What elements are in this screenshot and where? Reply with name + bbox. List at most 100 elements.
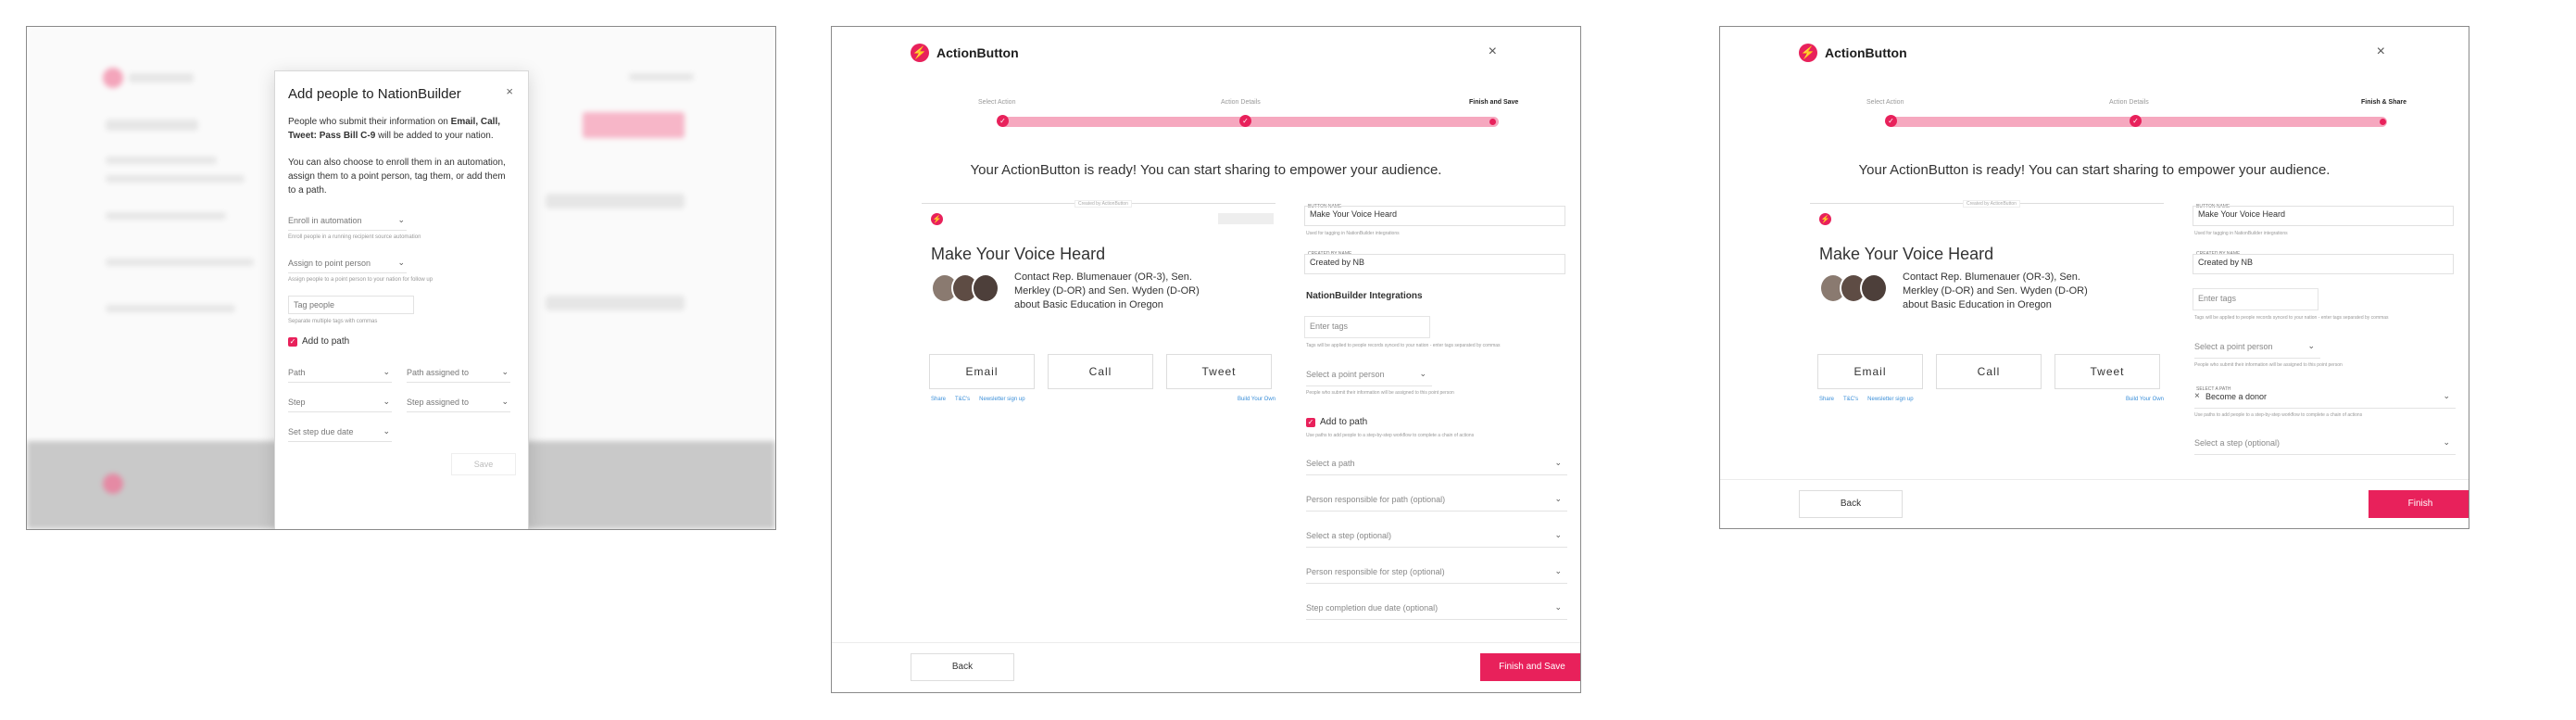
step-label-select-action[interactable]: Select Action <box>1866 99 1904 106</box>
nationbuilder-panel: Add people to NationBuilder × People who… <box>26 26 776 530</box>
chevron-down-icon: ⌄ <box>383 426 390 436</box>
due-date-select[interactable]: Step completion due date (optional) ⌄ <box>1306 596 1567 620</box>
step-select[interactable]: Select a step (optional) ⌄ <box>1306 524 1567 548</box>
preview-created-tag: Created by ActionButton <box>1963 200 2020 208</box>
tweet-button[interactable]: Tweet <box>1166 354 1272 389</box>
blurred-bar <box>106 305 235 312</box>
close-icon[interactable]: × <box>506 84 513 98</box>
save-button[interactable]: Save <box>451 453 516 475</box>
step-label-select-action[interactable]: Select Action <box>978 99 1015 106</box>
step-current-icon <box>1489 119 1496 125</box>
step-select[interactable]: Step ⌄ <box>288 394 392 412</box>
call-button[interactable]: Call <box>1936 354 2042 389</box>
finish-button[interactable]: Finish <box>2369 490 2469 518</box>
terms-link[interactable]: T&C's <box>955 397 970 402</box>
blurred-bar <box>129 73 194 82</box>
finish-and-save-panel: ⚡ ActionButton × Select Action Action De… <box>831 26 1581 693</box>
preview-created-tag: Created by ActionButton <box>1074 200 1132 208</box>
close-icon[interactable]: × <box>2377 44 2385 60</box>
finish-and-save-button[interactable]: Finish and Save <box>1480 653 1580 681</box>
point-person-select-label: Select a point person <box>1306 370 1385 379</box>
email-button[interactable]: Email <box>929 354 1035 389</box>
email-button[interactable]: Email <box>1817 354 1923 389</box>
integrations-heading: NationBuilder Integrations <box>1306 291 1423 301</box>
chevron-down-icon: ⌄ <box>1554 602 1562 612</box>
point-person-hint: People who submit their information will… <box>2194 362 2343 368</box>
tags-input[interactable]: Enter tags <box>1304 316 1430 338</box>
path-select[interactable]: Select a path ⌄ <box>1306 451 1567 475</box>
path-assigned-select[interactable]: Path assigned to ⌄ <box>407 364 510 383</box>
intro-text-end: will be added to your nation. <box>375 131 494 141</box>
chevron-down-icon: ⌄ <box>383 397 390 406</box>
chevron-down-icon: ⌄ <box>2443 437 2450 447</box>
tag-people-input[interactable]: Tag people <box>288 296 414 314</box>
ready-message: Your ActionButton is ready! You can star… <box>1858 162 2331 178</box>
chevron-down-icon: ⌄ <box>2307 341 2315 350</box>
step-label-action-details[interactable]: Action Details <box>2109 99 2149 106</box>
button-name-hint: Used for tagging in NationBuilder integr… <box>1306 231 1400 236</box>
newsletter-link[interactable]: Newsletter sign up <box>979 397 1024 402</box>
step-select[interactable]: Select a step (optional) ⌄ <box>2194 431 2456 455</box>
created-by-input[interactable]: Created by NB <box>2193 254 2454 274</box>
button-preview: Created by ActionButton ⚡ Make Your Voic… <box>1810 200 2164 416</box>
lightning-icon: ⚡ <box>931 213 943 225</box>
progress-bar: ✓ ✓ <box>1885 115 2387 127</box>
brand: ⚡ ActionButton <box>1799 44 1907 62</box>
modal-intro: People who submit their information on E… <box>288 115 515 143</box>
brand-name: ActionButton <box>1825 45 1907 60</box>
point-person-select[interactable]: Select a point person ⌄ <box>1306 362 1432 386</box>
modal-intro-options: You can also choose to enroll them in an… <box>288 158 506 196</box>
preview-placeholder-pill <box>1218 213 1274 224</box>
terms-link[interactable]: T&C's <box>1843 397 1858 402</box>
path-person-select[interactable]: Person responsible for path (optional) ⌄ <box>1306 487 1567 512</box>
created-by-input[interactable]: Created by NB <box>1304 254 1565 274</box>
blurred-bar <box>106 157 217 164</box>
representative-avatars <box>1819 273 1893 305</box>
add-to-path-label: Add to path <box>1320 417 1368 427</box>
button-name-input[interactable]: Make Your Voice Heard <box>2193 206 2454 226</box>
add-to-path-checkbox[interactable]: ✓ Add to path <box>288 336 349 347</box>
back-button[interactable]: Back <box>911 653 1014 681</box>
button-name-hint: Used for tagging in NationBuilder integr… <box>2194 231 2288 236</box>
chevron-down-icon: ⌄ <box>397 215 405 224</box>
point-person-select[interactable]: Assign to point person ⌄ <box>288 255 407 273</box>
tag-hint: Separate multiple tags with commas <box>288 319 378 324</box>
share-link[interactable]: Share <box>1819 397 1834 402</box>
point-person-hint: People who submit their information will… <box>1306 390 1454 396</box>
build-your-own-link[interactable]: Build Your Own <box>1238 397 1275 402</box>
brand-name: ActionButton <box>936 45 1019 60</box>
preview-title: Make Your Voice Heard <box>1819 245 1994 263</box>
step-label-final: Finish & Share <box>2361 99 2407 106</box>
chevron-down-icon: ⌄ <box>1554 566 1562 575</box>
step-person-select[interactable]: Person responsible for step (optional) ⌄ <box>1306 560 1567 584</box>
newsletter-link[interactable]: Newsletter sign up <box>1867 397 1913 402</box>
brand: ⚡ ActionButton <box>911 44 1019 62</box>
clear-path-icon[interactable]: × <box>2194 391 2200 401</box>
back-button[interactable]: Back <box>1799 490 1903 518</box>
point-person-select[interactable]: Select a point person ⌄ <box>2194 335 2320 359</box>
path-hint: Use paths to add people to a step-by-ste… <box>2194 412 2363 418</box>
button-name-input[interactable]: Make Your Voice Heard <box>1304 206 1565 226</box>
step-complete-icon: ✓ <box>997 115 1009 127</box>
tweet-button[interactable]: Tweet <box>2055 354 2160 389</box>
finish-and-share-panel: ⚡ ActionButton × Select Action Action De… <box>1719 26 2469 529</box>
blurred-bar <box>106 259 254 266</box>
due-date-select[interactable]: Set step due date ⌄ <box>288 423 392 442</box>
call-button[interactable]: Call <box>1048 354 1153 389</box>
preview-links: Share T&C's Newsletter sign up <box>1819 397 1914 402</box>
add-to-path-checkbox[interactable]: ✓ Add to path <box>1306 417 1367 427</box>
tags-input[interactable]: Enter tags <box>2193 288 2318 310</box>
step-label-action-details[interactable]: Action Details <box>1221 99 1261 106</box>
step-select-label: Select a step (optional) <box>2194 438 2281 448</box>
path-select[interactable]: Path ⌄ <box>288 364 392 383</box>
lightning-logo-icon: ⚡ <box>911 44 929 62</box>
share-link[interactable]: Share <box>931 397 946 402</box>
step-label-final: Finish and Save <box>1469 99 1519 106</box>
path-select[interactable]: × Become a donor ⌄ <box>2194 385 2456 409</box>
tags-hint: Tags will be applied to people records s… <box>2194 315 2389 321</box>
step-assigned-select[interactable]: Step assigned to ⌄ <box>407 394 510 412</box>
step-person-label: Person responsible for step (optional) <box>1306 567 1445 576</box>
build-your-own-link[interactable]: Build Your Own <box>2126 397 2164 402</box>
automation-select[interactable]: Enroll in automation ⌄ <box>288 212 407 231</box>
close-icon[interactable]: × <box>1489 44 1497 60</box>
